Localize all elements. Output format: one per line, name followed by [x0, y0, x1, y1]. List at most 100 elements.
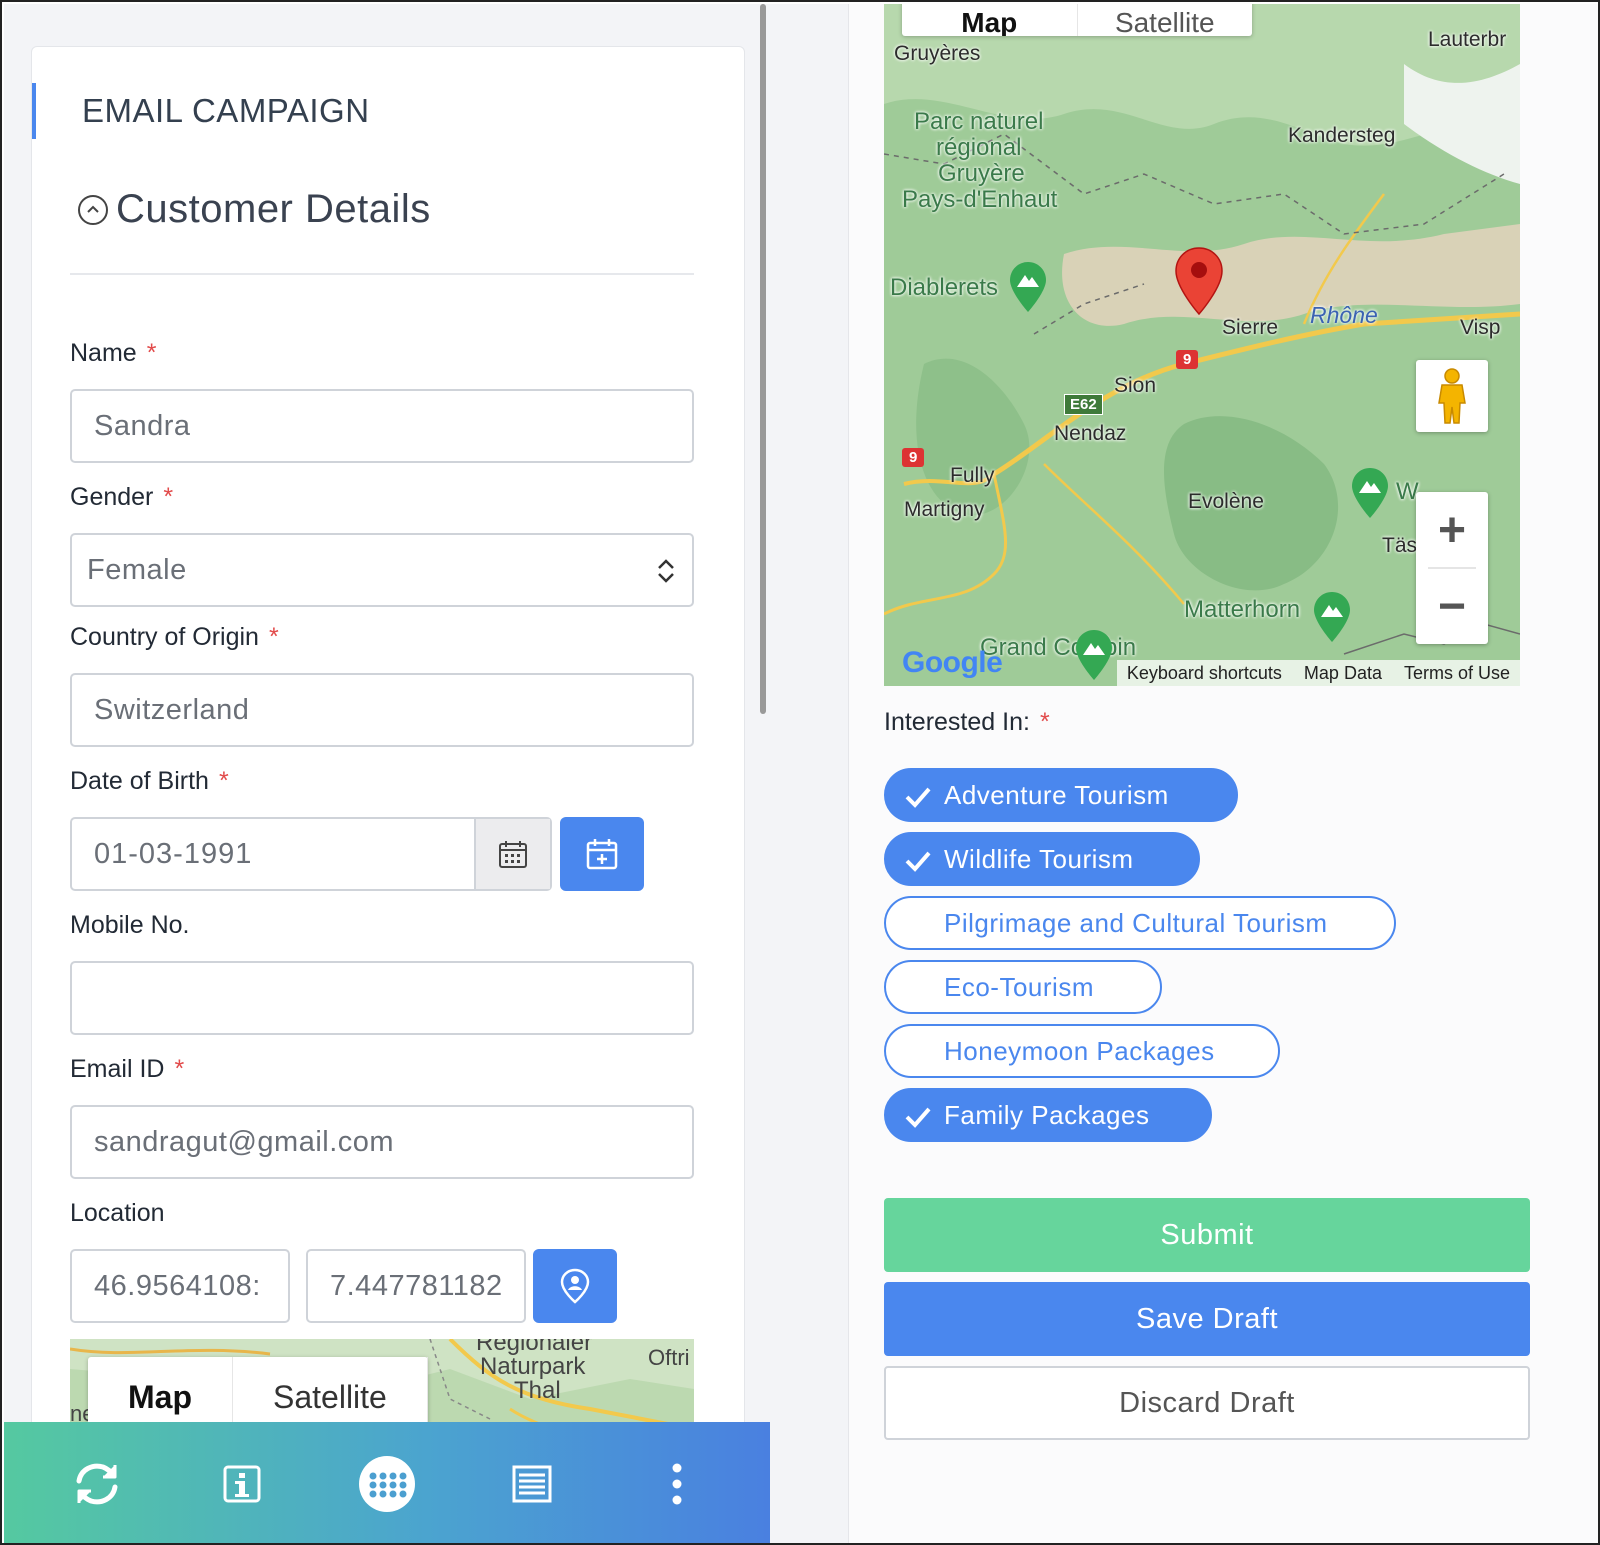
sync-icon[interactable]	[62, 1449, 132, 1519]
email-input[interactable]: sandragut@gmail.com	[70, 1105, 694, 1179]
email-label: Email ID *	[70, 1055, 185, 1083]
required-mark: *	[163, 483, 174, 511]
pegman-button[interactable]	[1416, 360, 1488, 432]
chip-eco-tourism[interactable]: Eco-Tourism	[884, 960, 1162, 1014]
dob-value[interactable]: 01-03-1991	[72, 819, 474, 889]
info-icon[interactable]	[207, 1449, 277, 1519]
road-shield: 9	[902, 448, 925, 467]
section-title: Customer Details	[116, 187, 431, 231]
calendar-plus-icon	[586, 839, 618, 870]
tab-map[interactable]: Map	[902, 4, 1078, 36]
select-arrows-icon	[658, 559, 674, 583]
page-title: EMAIL CAMPAIGN	[32, 83, 370, 139]
location-label: Location	[70, 1199, 165, 1227]
country-label: Country of Origin *	[70, 623, 279, 651]
check-icon	[905, 1107, 931, 1128]
map-label: Gruyères	[894, 42, 981, 65]
chip-pilgrimage-cultural-tourism[interactable]: Pilgrimage and Cultural Tourism	[884, 896, 1396, 950]
discard-draft-button[interactable]: Discard Draft	[884, 1366, 1530, 1440]
gender-select[interactable]: Female	[70, 533, 694, 607]
longitude-input[interactable]: 7.447781182	[306, 1249, 526, 1323]
map-label: Evolène	[1188, 490, 1264, 513]
zoom-controls: + −	[1416, 492, 1488, 644]
locate-button[interactable]	[533, 1249, 617, 1323]
map-label: régional	[936, 134, 1022, 161]
park-marker-icon[interactable]	[1074, 628, 1114, 682]
location-pin-icon	[560, 1268, 590, 1304]
park-marker-icon[interactable]	[1008, 260, 1048, 314]
mobile-label: Mobile No.	[70, 911, 190, 939]
required-mark: *	[174, 1055, 185, 1083]
park-marker-icon[interactable]	[1312, 590, 1352, 644]
map-label: Täs	[1382, 534, 1418, 557]
park-marker-icon[interactable]	[1350, 466, 1390, 520]
detail-pane: Map Satellite Gruyères Lauterbr Parc nat…	[770, 4, 1598, 1543]
dob-input[interactable]: 01-03-1991	[70, 817, 552, 891]
zoom-in-button[interactable]: +	[1416, 492, 1488, 568]
check-icon	[905, 787, 931, 808]
map-label: Rhône	[1310, 302, 1378, 328]
location-pin-icon[interactable]	[1174, 246, 1224, 316]
save-draft-button[interactable]: Save Draft	[884, 1282, 1530, 1356]
keyboard-shortcuts-link[interactable]: Keyboard shortcuts	[1127, 663, 1282, 684]
zoom-out-button[interactable]: −	[1416, 568, 1488, 644]
region-map[interactable]: Map Satellite Gruyères Lauterbr Parc nat…	[884, 4, 1520, 686]
submit-button[interactable]: Submit	[884, 1198, 1530, 1272]
map-data-link[interactable]: Map Data	[1304, 663, 1382, 684]
name-input[interactable]: Sandra	[70, 389, 694, 463]
scrollbar[interactable]	[760, 4, 766, 714]
calendar-icon[interactable]	[474, 819, 550, 889]
mobile-input[interactable]	[70, 961, 694, 1035]
name-label: Name *	[70, 339, 157, 367]
map-label: Matterhorn	[1184, 596, 1301, 623]
required-mark: *	[146, 339, 157, 367]
map-label: Diablerets	[890, 274, 999, 301]
map-label: Oftri	[648, 1345, 690, 1370]
map-label: Gruyère	[938, 160, 1025, 187]
section-header[interactable]: Customer Details	[78, 187, 431, 232]
google-logo-text: Google	[902, 646, 1003, 679]
terms-of-use-link[interactable]: Terms of Use	[1404, 663, 1510, 684]
required-mark: *	[218, 767, 229, 795]
apps-grid-icon[interactable]	[352, 1449, 422, 1519]
map-label: Martigny	[904, 498, 985, 521]
chip-adventure-tourism[interactable]: Adventure Tourism	[884, 768, 1238, 822]
divider	[70, 273, 694, 275]
map-label: Visp	[1460, 316, 1501, 339]
bottom-nav	[4, 1422, 770, 1543]
map-label: Kandersteg	[1288, 124, 1396, 147]
chip-honeymoon-packages[interactable]: Honeymoon Packages	[884, 1024, 1280, 1078]
divider	[1428, 567, 1476, 569]
pegman-icon	[1438, 368, 1466, 424]
chip-wildlife-tourism[interactable]: Wildlife Tourism	[884, 832, 1200, 886]
chevron-up-circle-icon[interactable]	[78, 194, 108, 225]
road-shield: E62	[1064, 394, 1103, 415]
check-icon	[905, 851, 931, 872]
calendar-add-button[interactable]	[560, 817, 644, 891]
map-label: Thal	[514, 1377, 561, 1404]
required-mark: *	[268, 623, 279, 651]
interests-label: Interested In: *	[884, 708, 1050, 736]
tab-satellite[interactable]: Satellite	[1078, 4, 1253, 37]
required-mark: *	[1039, 708, 1050, 736]
app-frame: EMAIL CAMPAIGN Customer Details Name * Sa…	[0, 0, 1600, 1545]
map-footer: Keyboard shortcuts Map Data Terms of Use	[1116, 660, 1520, 686]
map-type-tabs: Map Satellite	[902, 4, 1252, 36]
map-label: Nendaz	[1054, 422, 1127, 445]
map-label: Parc naturel	[914, 108, 1044, 135]
form-card: EMAIL CAMPAIGN Customer Details Name * Sa…	[31, 46, 745, 1543]
form-pane: EMAIL CAMPAIGN Customer Details Name * Sa…	[4, 4, 770, 1543]
dob-label: Date of Birth *	[70, 767, 229, 795]
map-label: Sion	[1114, 374, 1157, 397]
road-shield: 9	[1176, 350, 1199, 369]
list-icon[interactable]	[497, 1449, 567, 1519]
gender-label: Gender *	[70, 483, 174, 511]
chip-family-packages[interactable]: Family Packages	[884, 1088, 1212, 1142]
google-logo: Google	[902, 646, 1003, 680]
more-vertical-icon[interactable]	[642, 1449, 712, 1519]
country-input[interactable]: Switzerland	[70, 673, 694, 747]
latitude-input[interactable]: 46.9564108:	[70, 1249, 290, 1323]
map-label: Sierre	[1222, 316, 1279, 339]
map-label: Lauterbr	[1428, 28, 1507, 51]
map-label: Pays-d'Enhaut	[902, 186, 1058, 213]
